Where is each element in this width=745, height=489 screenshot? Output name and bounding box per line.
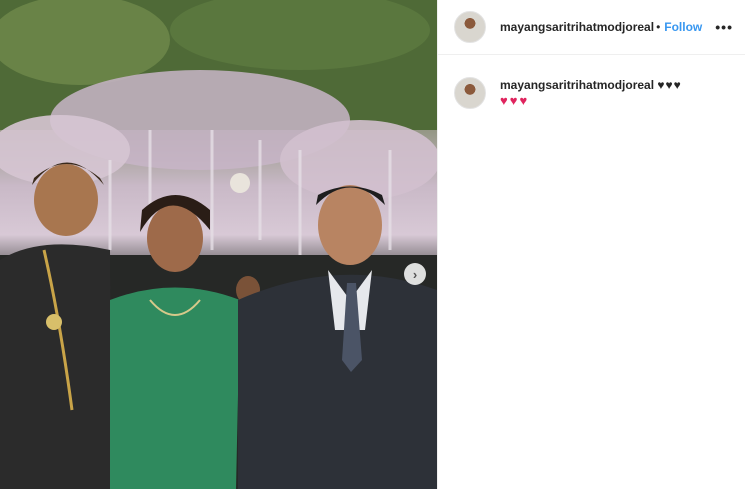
caption-text: mayangsaritrihatmodjoreal ♥♥♥ ♥♥♥: [500, 77, 682, 109]
header-username[interactable]: mayangsaritrihatmodjoreal: [500, 20, 654, 34]
header-separator: •: [656, 20, 661, 34]
red-hearts-emoji: ♥♥♥: [500, 93, 530, 108]
woman-dress: [110, 287, 240, 489]
carousel-next-button[interactable]: ›: [404, 263, 426, 285]
post-photo[interactable]: ›: [0, 0, 437, 489]
instagram-post: › mayangsaritrihatmodjoreal • Follow •••…: [0, 0, 745, 489]
caption-username[interactable]: mayangsaritrihatmodjoreal: [500, 78, 654, 92]
caption-comment: mayangsaritrihatmodjoreal ♥♥♥ ♥♥♥: [438, 55, 745, 109]
black-hearts-emoji: ♥♥♥: [657, 78, 682, 92]
post-sidebar: mayangsaritrihatmodjoreal • Follow ••• m…: [437, 0, 745, 489]
post-header: mayangsaritrihatmodjoreal • Follow •••: [438, 0, 745, 55]
right-man-face: [318, 185, 382, 265]
avatar[interactable]: [454, 11, 486, 43]
left-man-face: [34, 164, 98, 236]
more-options-icon[interactable]: •••: [715, 19, 733, 35]
lantern: [230, 173, 250, 193]
left-man-suit: [0, 244, 112, 489]
caption-avatar[interactable]: [454, 77, 486, 109]
follow-button[interactable]: Follow: [664, 20, 702, 34]
photo-illustration: [0, 0, 437, 489]
